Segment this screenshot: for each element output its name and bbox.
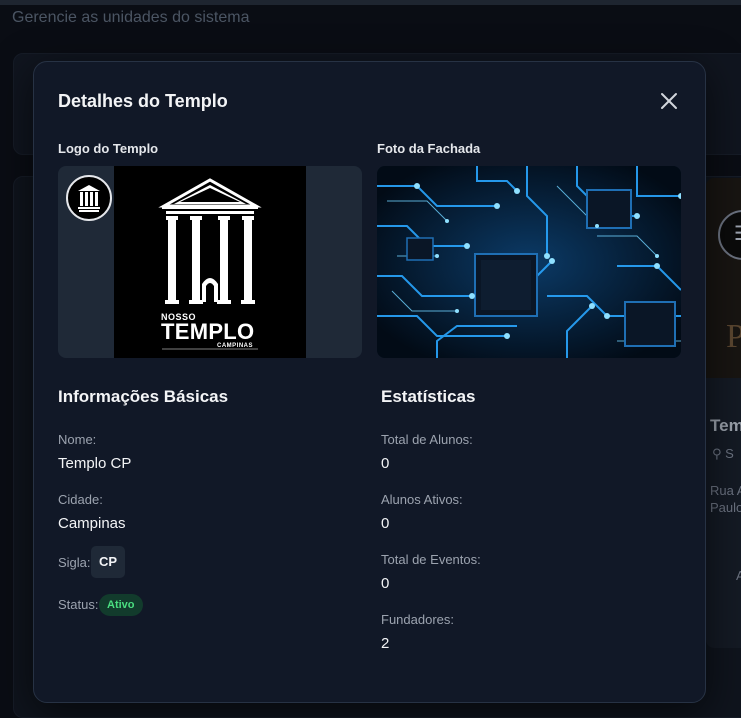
logo-badge [66, 175, 112, 221]
temple-card-title: Tem [710, 416, 741, 435]
map-pin-icon: ⚲ [712, 446, 722, 461]
temple-logo-image: NOSSO TEMPLO CAMPINAS [58, 166, 362, 358]
temple-logo: NOSSO TEMPLO CAMPINAS [114, 166, 306, 358]
logo-text-big: TEMPLO [161, 319, 255, 344]
city-label: Cidade: [58, 492, 103, 507]
status-label: Status: [58, 597, 99, 612]
temple-card-image-letter: P [726, 318, 741, 355]
modal-title: Detalhes do Templo [58, 91, 228, 111]
temple-badge-icon [78, 185, 100, 212]
temple-details-modal: Detalhes do Templo Logo do Templo Foto d… [33, 61, 706, 703]
founders-value: 2 [381, 635, 390, 652]
stats-title: Estatísticas [381, 387, 476, 406]
active-students-value: 0 [381, 515, 390, 532]
sigla-badge: CP [91, 546, 125, 578]
total-events-label: Total de Eventos: [381, 552, 481, 567]
total-students-value: 0 [381, 455, 390, 472]
basic-info-title: Informações Básicas [58, 387, 229, 406]
active-students-label: Alunos Ativos: [381, 492, 463, 507]
sigla-label: Sigla: [58, 555, 91, 570]
logo-text-city: CAMPINAS [217, 343, 254, 349]
circuit-board-image [377, 166, 681, 358]
temple-card-action[interactable]: A [736, 568, 741, 583]
close-icon [661, 93, 677, 109]
close-button[interactable] [658, 90, 680, 112]
temple-card-address-line1: Rua A [710, 483, 741, 498]
status-badge: Ativo [99, 594, 143, 616]
temple-card-location: ⚲ S [712, 446, 734, 462]
facade-photo [377, 166, 681, 358]
logo-label: Logo do Templo [58, 141, 159, 156]
temple-card-location-text: S [725, 446, 734, 461]
temple-card[interactable]: ☰ P Tem ⚲ S Rua A Paulo A [706, 178, 741, 648]
total-students-label: Total de Alunos: [381, 432, 473, 447]
total-events-value: 0 [381, 575, 390, 592]
city-value: Campinas [58, 515, 126, 532]
temple-card-address-line2: Paulo [710, 500, 741, 515]
page-subtitle: Gerencie as unidades do sistema [12, 9, 250, 26]
photo-label: Foto da Fachada [377, 141, 481, 156]
name-label: Nome: [58, 432, 97, 447]
founders-label: Fundadores: [381, 612, 454, 627]
top-border [0, 0, 741, 5]
name-value: Templo CP [58, 455, 132, 472]
